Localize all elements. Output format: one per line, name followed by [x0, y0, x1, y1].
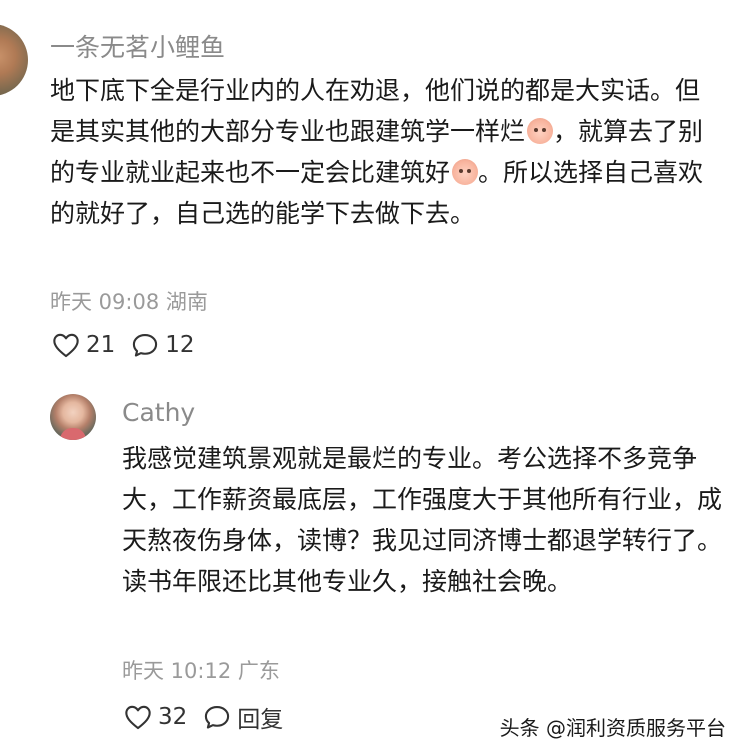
reply-button-label: 回复 — [237, 707, 284, 733]
reply-username[interactable]: Cathy — [122, 398, 195, 427]
reply-text: 我感觉建筑景观就是最烂的专业。考公选择不多竞争大，工作薪资最底层，工作强度大于其… — [122, 444, 723, 596]
reply-like-count: 32 — [158, 704, 188, 730]
reply-user-avatar[interactable] — [50, 394, 96, 440]
reply-like-button[interactable]: 32 — [124, 704, 187, 730]
watermark: 头条 @润利资质服务平台 — [499, 716, 726, 740]
crying-face-emoji-icon — [527, 118, 554, 144]
reply-meta: 昨天 10:12 广东 — [122, 659, 280, 683]
comment-meta: 昨天 09:08 湖南 — [50, 290, 208, 314]
reply-count: 12 — [165, 332, 195, 358]
reply-count-button[interactable]: 12 — [131, 332, 195, 358]
reply-actions: 32 回复 — [124, 700, 283, 734]
heart-outline-icon — [125, 705, 151, 730]
user-avatar[interactable] — [0, 24, 28, 96]
like-button[interactable]: 21 — [52, 332, 115, 358]
heart-outline-icon — [53, 333, 79, 358]
comment-username[interactable]: 一条无茗小鲤鱼 — [50, 28, 225, 64]
speech-bubble-icon — [133, 334, 158, 357]
reply-button[interactable]: 回复 — [203, 700, 283, 734]
comment-text: 地下底下全是行业内的人在劝退，他们说的都是大实话。但是其实其他的大部分专业也跟建… — [50, 70, 705, 234]
speech-bubble-icon — [205, 706, 230, 729]
comment-actions: 21 12 — [52, 332, 195, 358]
crying-face-emoji-icon — [452, 159, 479, 185]
like-count: 21 — [86, 332, 116, 358]
